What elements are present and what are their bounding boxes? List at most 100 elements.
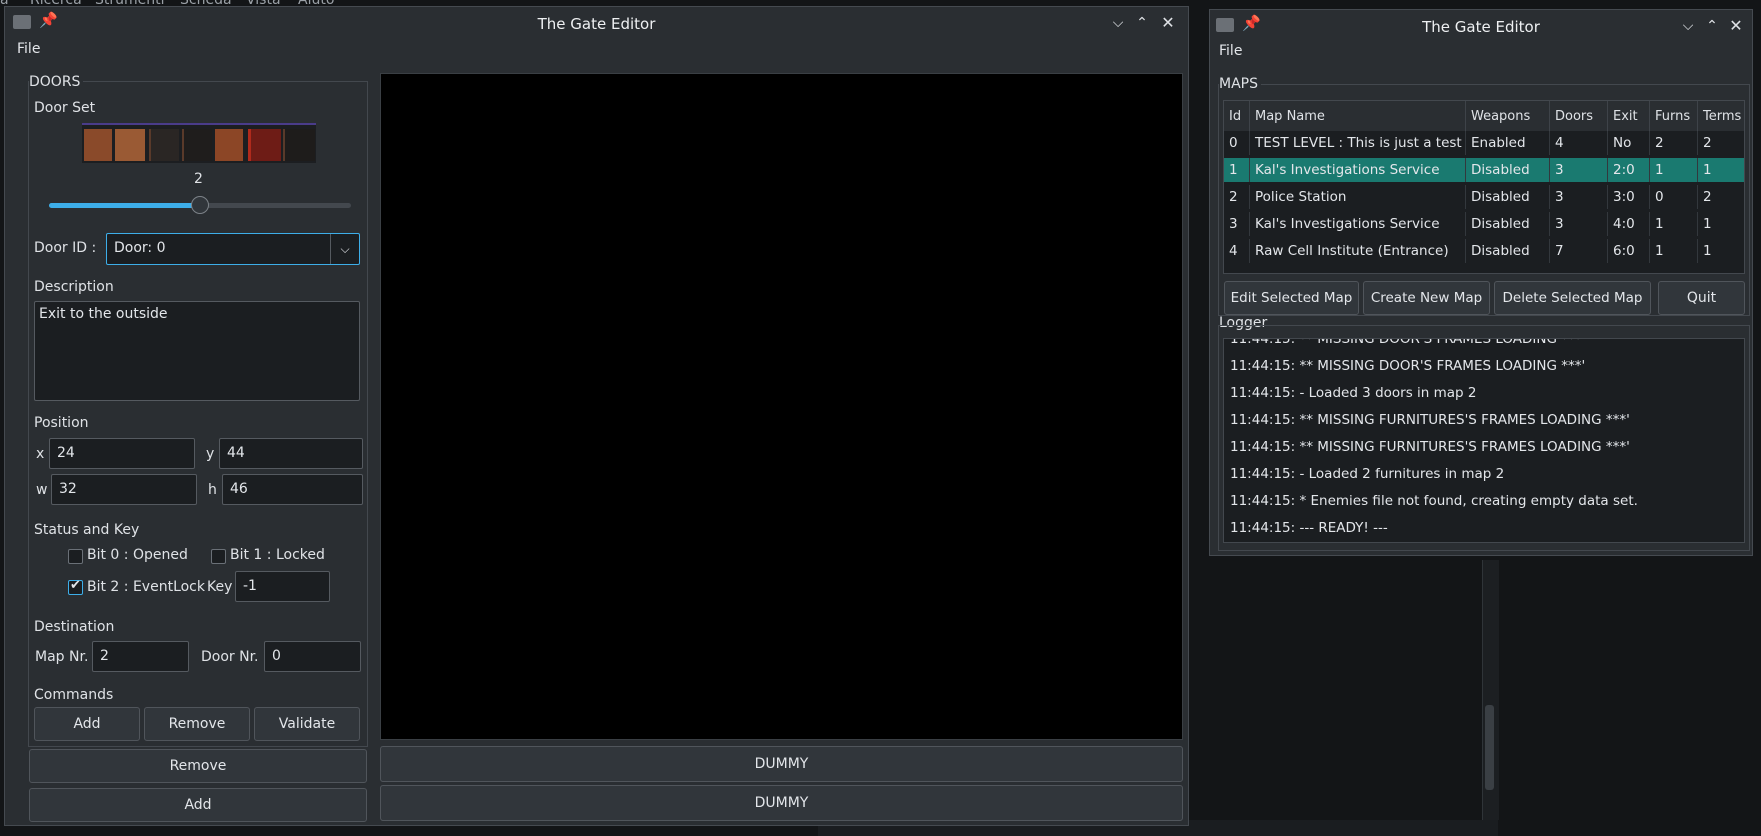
door-id-value: Door: 0 [114,240,166,256]
edit-selected-map-button[interactable]: Edit Selected Map [1224,281,1359,315]
door-nr-label: Door Nr. [201,649,259,665]
maximize-icon[interactable]: ⌃ [1702,16,1722,36]
column-header-exit[interactable]: Exit [1608,101,1650,131]
bit1-checkbox[interactable] [211,549,226,564]
door-frame-icon [84,129,112,161]
cell-exit: 6:0 [1608,239,1650,263]
bit2-checkbox[interactable]: ✔ [68,578,83,595]
column-header-id[interactable]: Id [1224,101,1250,131]
create-new-map-button[interactable]: Create New Map [1363,281,1490,315]
table-row[interactable]: 3 Kal's Investigations Service Disabled 3 4:… [1224,212,1744,236]
cell-exit: 3:0 [1608,185,1650,209]
delete-selected-map-button[interactable]: Delete Selected Map [1494,281,1651,315]
description-value: Exit to the outside [39,306,168,322]
key-input[interactable]: -1 [235,571,330,602]
quit-button[interactable]: Quit [1658,281,1745,315]
x-input[interactable]: 24 [49,438,195,469]
y-input[interactable]: 44 [219,438,363,469]
door-frame-icon [182,129,212,161]
cell-furns: 1 [1650,239,1698,263]
maximize-icon[interactable]: ⌃ [1132,13,1152,33]
close-icon[interactable]: ✕ [1158,13,1178,33]
table-row[interactable]: 0 TEST LEVEL : This is just a test Enabled… [1224,131,1744,155]
door-set-slider-handle[interactable] [191,196,209,214]
door-frame-icon [149,129,179,161]
add-button[interactable]: Add [29,788,367,822]
cell-exit: 4:0 [1608,212,1650,236]
h-input[interactable]: 46 [222,474,363,505]
log-line: 11:44:15: ** MISSING DOOR'S FRAMES LOADI… [1230,338,1586,347]
chevron-down-icon[interactable]: ⌵ [330,234,359,264]
maps-table[interactable]: Id Map Name Weapons Doors Exit Furns Ter… [1223,100,1745,274]
cell-terms: 1 [1698,212,1744,236]
door-frame-icon [283,129,315,161]
dummy-button-1[interactable]: DUMMY [380,746,1183,782]
bit0-checkbox[interactable] [68,549,83,564]
log-line: 11:44:15: ** MISSING FURNITURES'S FRAMES… [1230,439,1630,455]
bit2-label[interactable]: Bit 2 : EventLock [87,579,205,595]
checkmark-icon: ✔ [70,578,81,593]
h-label: h [208,482,217,498]
w-input[interactable]: 32 [51,474,197,505]
command-validate-button[interactable]: Validate [254,707,360,741]
door-id-label: Door ID : [34,240,97,256]
map-nr-value: 2 [100,648,109,664]
cell-terms: 1 [1698,158,1744,182]
log-line: 11:44:15: --- READY! --- [1230,520,1388,536]
door-frame-icon [248,129,281,161]
command-add-button[interactable]: Add [34,707,140,741]
table-row[interactable]: 4 Raw Cell Institute (Entrance) Disabled 7 6… [1224,239,1744,263]
minimize-icon[interactable]: ⌵ [1108,13,1128,33]
cell-weapons: Disabled [1466,158,1550,182]
cell-furns: 2 [1650,131,1698,155]
key-value: -1 [243,578,257,594]
column-header-map-name[interactable]: Map Name [1250,101,1466,131]
log-line: 11:44:15: ** MISSING DOOR'S FRAMES LOADI… [1230,358,1586,374]
menu-file[interactable]: File [17,41,40,57]
minimize-icon[interactable]: ⌵ [1678,16,1698,36]
cell-weapons: Enabled [1466,131,1550,155]
cell-doors: 4 [1550,131,1608,155]
logger-panel[interactable]: 11:44:15: ** MISSING DOOR'S FRAMES LOADI… [1223,338,1745,543]
bit1-label[interactable]: Bit 1 : Locked [230,547,325,563]
x-value: 24 [57,445,75,461]
door-frame-icon [115,129,145,161]
description-label: Description [34,279,114,295]
column-header-terms[interactable]: Terms [1698,101,1744,131]
table-row[interactable]: 2 Police Station Disabled 3 3:0 0 2 [1224,185,1744,209]
cell-id: 1 [1224,158,1250,182]
log-line: 11:44:15: - Loaded 3 doors in map 2 [1230,385,1477,401]
cell-exit: 2:0 [1608,158,1650,182]
table-row[interactable]: 1 Kal's Investigations Service Disabled 3 2:… [1224,158,1744,182]
command-remove-button[interactable]: Remove [144,707,250,741]
doors-group-title: DOORS [29,74,84,90]
remove-button[interactable]: Remove [29,749,367,783]
bit0-label[interactable]: Bit 0 : Opened [87,547,188,563]
map-canvas[interactable] [380,73,1183,740]
cell-furns: 0 [1650,185,1698,209]
door-id-combobox[interactable]: Door: 0 ⌵ [106,233,360,265]
log-line: 11:44:15: - Loaded 2 furnitures in map 2 [1230,466,1505,482]
maps-window-title: The Gate Editor [1422,18,1540,36]
description-textarea[interactable]: Exit to the outside [34,301,360,401]
close-icon[interactable]: ✕ [1726,16,1746,36]
cell-map-name: TEST LEVEL : This is just a test [1250,131,1466,155]
map-nr-input[interactable]: 2 [92,641,189,672]
door-editor-titlebar[interactable]: 📌 The Gate Editor ⌵ ⌃ ✕ [5,7,1188,39]
cell-furns: 1 [1650,158,1698,182]
cell-id: 2 [1224,185,1250,209]
cell-map-name: Police Station [1250,185,1466,209]
y-value: 44 [227,445,245,461]
door-nr-input[interactable]: 0 [264,641,361,672]
maps-menu-file[interactable]: File [1219,43,1242,59]
column-header-weapons[interactable]: Weapons [1466,101,1550,131]
column-header-furns[interactable]: Furns [1650,101,1698,131]
door-set-slider-fill [49,203,200,208]
bg-editor-scroll-thumb[interactable] [1485,705,1494,790]
maps-titlebar[interactable]: 📌 The Gate Editor ⌵ ⌃ ✕ [1210,10,1752,42]
dummy-button-2[interactable]: DUMMY [380,785,1183,821]
column-header-doors[interactable]: Doors [1550,101,1608,131]
cell-id: 4 [1224,239,1250,263]
log-line: 11:44:15: * Enemies file not found, crea… [1230,493,1638,509]
cell-map-name: Kal's Investigations Service [1250,212,1466,236]
